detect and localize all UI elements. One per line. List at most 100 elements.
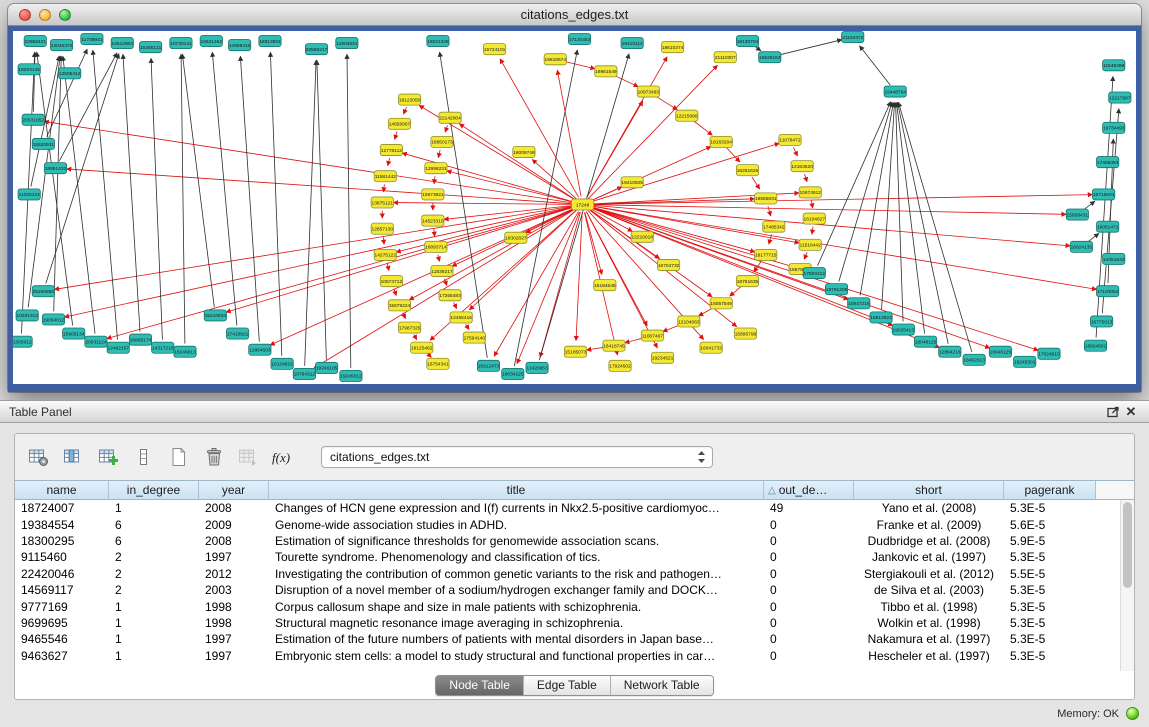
graph-edge[interactable] xyxy=(388,158,390,166)
graph-node[interactable]: 10201312 xyxy=(16,310,38,321)
graph-node[interactable]: 19234521 xyxy=(651,352,673,363)
graph-edge[interactable] xyxy=(563,61,595,69)
graph-edge[interactable] xyxy=(588,65,717,198)
table-cell[interactable]: 22420046 xyxy=(15,567,109,581)
graph-node[interactable]: 11007467 xyxy=(641,330,663,341)
graph-node[interactable]: 11305012 xyxy=(13,336,32,347)
graph-node[interactable]: 16051471 xyxy=(1097,221,1119,232)
table-cell[interactable]: Hescheler et al. (1997) xyxy=(854,649,1004,663)
table-cell[interactable]: 49 xyxy=(764,501,854,515)
table-cell[interactable]: 1998 xyxy=(199,616,269,630)
graph-node[interactable]: 17103054 xyxy=(1097,286,1119,297)
graph-node[interactable]: 16203145 xyxy=(18,64,40,75)
graph-edge[interactable] xyxy=(454,302,457,308)
graph-edge[interactable] xyxy=(270,52,281,356)
import-table-icon[interactable] xyxy=(235,445,261,469)
memory-status-indicator[interactable] xyxy=(1126,707,1139,720)
graph-edge[interactable] xyxy=(1088,233,1099,241)
table-cell[interactable]: 9777169 xyxy=(15,600,109,614)
edit-columns-icon[interactable] xyxy=(95,445,121,469)
graph-node[interactable]: 11516442 xyxy=(799,239,821,250)
table-cell[interactable]: Changes of HCN gene expression and I(f) … xyxy=(269,501,764,515)
graph-edge[interactable] xyxy=(897,103,925,334)
graph-node[interactable]: 11078472 xyxy=(779,134,801,145)
graph-edge[interactable] xyxy=(396,206,575,252)
graph-node[interactable]: 14163520 xyxy=(791,161,813,172)
table-cell[interactable]: 5.9E-5 xyxy=(1004,534,1096,548)
table-cell[interactable]: 0 xyxy=(764,583,854,597)
graph-node[interactable]: 12778112 xyxy=(380,144,402,155)
graph-node[interactable]: 12046370 xyxy=(50,40,72,51)
graph-node[interactable]: 12217987 xyxy=(1109,92,1131,103)
graph-edge[interactable] xyxy=(414,334,417,339)
graph-node[interactable]: 10973493 xyxy=(637,86,659,97)
graph-node[interactable]: 11708841 xyxy=(81,34,103,45)
graph-edge[interactable] xyxy=(317,60,327,360)
graph-node[interactable]: 11904631 xyxy=(336,38,358,49)
table-cell[interactable]: Disruption of a novel member of a sodium… xyxy=(269,583,764,597)
table-row[interactable]: 1456911722003Disruption of a novel membe… xyxy=(15,582,1134,598)
column-header-title[interactable]: title xyxy=(269,481,764,499)
graph-node[interactable]: 17265483 xyxy=(439,290,461,301)
graph-edge[interactable] xyxy=(434,229,435,237)
graph-node[interactable]: 14351642 xyxy=(1103,253,1125,264)
graph-edge[interactable] xyxy=(270,208,575,345)
graph-node[interactable]: 11548498 xyxy=(1103,60,1125,71)
graph-node[interactable]: 18302027 xyxy=(505,232,527,243)
table-cell[interactable]: Stergiakouli et al. (2012) xyxy=(854,567,1004,581)
graph-edge[interactable] xyxy=(727,148,740,162)
graph-edge[interactable] xyxy=(540,212,580,357)
graph-node[interactable]: 19565831 xyxy=(755,193,777,204)
table-cell[interactable]: 5.3E-5 xyxy=(1004,649,1096,663)
column-header-short[interactable]: short xyxy=(854,481,1004,499)
table-cell[interactable]: Dudbridge et al. (2008) xyxy=(854,534,1004,548)
graph-node[interactable]: 10794312 xyxy=(293,368,315,379)
graph-edge[interactable] xyxy=(182,54,214,307)
table-cell[interactable]: 2008 xyxy=(199,534,269,548)
table-cell[interactable]: 0 xyxy=(764,616,854,630)
table-cell[interactable]: Structural magnetic resonance image aver… xyxy=(269,616,764,630)
graph-edge[interactable] xyxy=(655,96,677,110)
table-cell[interactable]: 2 xyxy=(109,583,199,597)
graph-edge[interactable] xyxy=(752,177,760,189)
column-header-year[interactable]: year xyxy=(199,481,269,499)
table-cell[interactable]: 1997 xyxy=(199,550,269,564)
graph-node[interactable]: 19861549 xyxy=(595,66,617,77)
graph-node[interactable]: 18513904 xyxy=(259,36,281,47)
panel-splitter[interactable] xyxy=(566,393,582,400)
graph-node[interactable]: 16926153 xyxy=(759,52,781,63)
table-settings-icon[interactable] xyxy=(25,445,51,469)
table-row[interactable]: 977716911998Corpus callosum shape and si… xyxy=(15,598,1134,614)
graph-edge[interactable] xyxy=(730,286,742,296)
graph-node[interactable]: 19734493 xyxy=(1103,122,1125,133)
table-cell[interactable]: 0 xyxy=(764,550,854,564)
graph-node[interactable]: 12857130 xyxy=(371,223,393,234)
graph-edge[interactable] xyxy=(383,237,384,245)
graph-node[interactable]: 18850173 xyxy=(431,136,453,147)
graph-node[interactable]: 16041733 xyxy=(700,342,722,353)
graph-node[interactable]: 19410925 xyxy=(621,177,643,188)
graph-node[interactable]: 15185073 xyxy=(564,346,586,357)
table-cell[interactable]: 14569117 xyxy=(15,583,109,597)
graph-node[interactable]: 16093714 xyxy=(425,241,447,252)
graph-edge[interactable] xyxy=(466,324,469,329)
graph-node[interactable]: 20560217 xyxy=(305,44,327,55)
graph-edge[interactable] xyxy=(44,121,574,203)
table-cell[interactable]: 0 xyxy=(764,567,854,581)
graph-node[interactable]: 10673821 xyxy=(422,189,444,200)
graph-node[interactable]: 15724101 xyxy=(483,44,505,55)
graph-node[interactable]: 20931124 xyxy=(85,336,107,347)
table-cell[interactable]: 18300295 xyxy=(15,534,109,548)
graph-node[interactable]: 16704732 xyxy=(657,259,679,270)
graph-edge[interactable] xyxy=(1084,201,1095,209)
table-row[interactable]: 946554611997Estimation of the future num… xyxy=(15,631,1134,647)
graph-edge[interactable] xyxy=(54,206,574,290)
graph-node[interactable]: 16177715 xyxy=(755,249,777,260)
graph-node[interactable]: 12462157 xyxy=(107,342,129,353)
graph-node[interactable]: 12894216 xyxy=(939,346,961,357)
tab-network-table[interactable]: Network Table xyxy=(610,676,713,695)
table-cell[interactable]: 1 xyxy=(109,632,199,646)
close-panel-icon[interactable]: ✕ xyxy=(1122,404,1140,420)
graph-node[interactable]: 15895798 xyxy=(734,328,756,339)
table-cell[interactable]: 9115460 xyxy=(15,550,109,564)
